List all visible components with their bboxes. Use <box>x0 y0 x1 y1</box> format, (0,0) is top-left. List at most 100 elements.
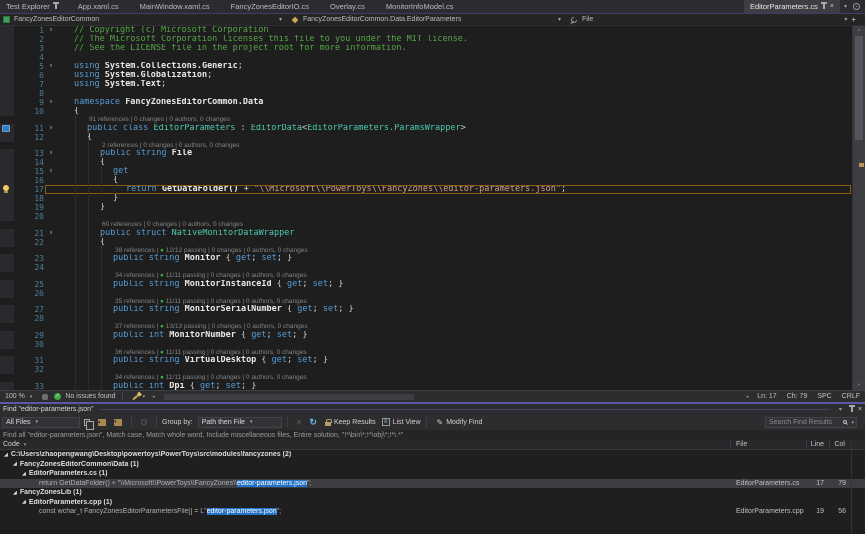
code-line[interactable]: 33public int Dpi { get; set; } <box>0 382 865 391</box>
find-row[interactable]: ◢EditorParameters.cs (1) <box>0 469 865 479</box>
column-col[interactable]: Col <box>829 440 845 449</box>
tab-monitorinfomodel-cs[interactable]: MonitorInfoModel.cs <box>380 0 460 13</box>
find-row[interactable]: ◢FancyZonesEditorCommon\Data (1) <box>0 460 865 470</box>
line-indicator[interactable]: Ln: 17 <box>752 393 781 400</box>
fold-icon[interactable]: ∨ <box>44 62 58 71</box>
code-line[interactable]: 29public int MonitorNumber { get; set; } <box>0 331 865 340</box>
code-line[interactable]: 22{ <box>0 238 865 247</box>
codelens-row[interactable]: 36 references | ● 11/11 passing | 0 chan… <box>0 349 865 357</box>
code-line[interactable]: 2// The Microsoft Corporation licenses t… <box>0 35 865 44</box>
group-by-dropdown[interactable]: Path then File ▾ <box>198 417 282 428</box>
tab-mainwindow-xaml-cs[interactable]: MainWindow.xaml.cs <box>134 0 216 13</box>
breadcrumb-member[interactable]: File ▾ + <box>566 14 865 25</box>
tree-expand-icon[interactable]: ◢ <box>13 490 17 496</box>
chevron-down-icon[interactable]: ▾ <box>851 420 854 426</box>
code-line[interactable]: 17return GetDataFolder() + "\\Microsoft\… <box>0 185 865 194</box>
fold-icon[interactable]: ∨ <box>44 229 58 238</box>
tree-expand-icon[interactable]: ◢ <box>22 471 26 477</box>
settings-icon[interactable] <box>141 419 147 425</box>
codelens-row[interactable]: 35 references | ● 11/11 passing | 0 chan… <box>0 298 865 306</box>
hscroll-left-icon[interactable]: ◂ <box>149 394 158 400</box>
code-line[interactable]: 28 <box>0 314 865 323</box>
close-icon[interactable]: × <box>830 3 834 10</box>
issues-status[interactable]: No issues found <box>65 393 115 400</box>
code-line[interactable]: 11∨public class EditorParameters : Edito… <box>0 124 865 133</box>
line-ending-indicator[interactable]: CRLF <box>837 393 865 400</box>
column-divider[interactable] <box>730 441 731 448</box>
code-line[interactable]: 7using System.Text; <box>0 80 865 89</box>
chevron-down-icon[interactable]: ▾ <box>844 3 847 10</box>
code-line[interactable]: 30 <box>0 340 865 349</box>
fold-icon[interactable]: ∨ <box>44 26 58 35</box>
pin-icon[interactable] <box>823 4 825 9</box>
chevron-down-icon[interactable]: ▾ <box>30 394 37 400</box>
copy-icon[interactable] <box>84 419 90 426</box>
chevron-down-icon[interactable]: ▾ <box>558 16 563 23</box>
search-icon[interactable] <box>843 420 847 424</box>
fold-icon[interactable]: ∨ <box>44 98 58 107</box>
codelens-row[interactable]: 34 references | ● 11/11 passing | 0 chan… <box>0 374 865 382</box>
breadcrumb-type[interactable]: FancyZonesEditorCommon.Data.EditorParame… <box>287 14 566 25</box>
scroll-down-icon[interactable]: ▾ <box>853 381 865 390</box>
tab-app-xaml-cs[interactable]: App.xaml.cs <box>72 0 125 13</box>
zoom-level[interactable]: 100 % <box>0 393 30 400</box>
preview-icon[interactable] <box>42 394 48 400</box>
pin-icon[interactable] <box>55 4 57 9</box>
stop-search-icon[interactable]: × <box>297 418 302 427</box>
code-line[interactable]: 3// See the LICENSE file in the project … <box>0 44 865 53</box>
code-line[interactable]: 10{ <box>0 107 865 116</box>
refresh-icon[interactable]: ↻ <box>309 417 317 428</box>
tree-expand-icon[interactable]: ◢ <box>13 461 17 467</box>
code-line[interactable]: 27public string MonitorSerialNumber { ge… <box>0 305 865 314</box>
find-row[interactable]: return GetDataFolder() + "\\Microsoft\\P… <box>0 479 865 489</box>
column-indicator[interactable]: Ch: 79 <box>782 393 813 400</box>
code-line[interactable]: 23public string Monitor { get; set; } <box>0 254 865 263</box>
hscrollbar-thumb[interactable] <box>164 394 414 400</box>
add-icon[interactable]: + <box>851 15 856 24</box>
code-line[interactable]: 20 <box>0 212 865 221</box>
results-column-header[interactable]: Code ▾ File Line Col <box>0 440 865 450</box>
code-line[interactable]: 9∨namespace FancyZonesEditorCommon.Data <box>0 98 865 107</box>
column-line[interactable]: Line <box>806 440 824 449</box>
codelens-row[interactable]: 60 references | 0 changes | 0 authors, 0… <box>0 221 865 229</box>
codelens-row[interactable]: 37 references | ● 13/13 passing | 0 chan… <box>0 323 865 331</box>
pin-icon[interactable] <box>851 407 853 412</box>
code-line[interactable]: 5∨using System.Collections.Generic; <box>0 62 865 71</box>
code-line[interactable]: 16{ <box>0 176 865 185</box>
hscroll-right-icon[interactable]: ▸ <box>744 394 753 400</box>
code-line[interactable]: 8 <box>0 89 865 98</box>
list-view-icon[interactable]: ≡ <box>382 418 390 426</box>
horizontal-scrollbar[interactable] <box>160 393 742 401</box>
column-code[interactable]: Code <box>3 441 20 448</box>
code-line[interactable]: 15∨get <box>0 167 865 176</box>
code-line[interactable]: 26 <box>0 289 865 298</box>
search-find-results[interactable]: ▾ <box>765 417 857 428</box>
column-file[interactable]: File <box>736 440 806 449</box>
collapse-all-icon[interactable]: ▾ <box>114 419 122 426</box>
scope-dropdown[interactable]: All Files ▾ <box>2 417 80 428</box>
fold-icon[interactable]: ∨ <box>44 149 58 158</box>
find-row[interactable]: ◢FancyZonesLib (1) <box>0 488 865 498</box>
code-line[interactable]: 32 <box>0 365 865 374</box>
encoding-indicator[interactable]: SPC <box>812 393 836 400</box>
code-line[interactable]: 1∨// Copyright (c) Microsoft Corporation <box>0 26 865 35</box>
tab-test-explorer[interactable]: Test Explorer <box>0 0 63 13</box>
chevron-down-icon[interactable]: ▾ <box>839 406 842 413</box>
tab-fancyzoneseditorio-cs[interactable]: FancyZonesEditorIO.cs <box>225 0 315 13</box>
tree-expand-icon[interactable]: ◢ <box>22 499 26 505</box>
find-row[interactable]: const wchar_t FancyZonesEditorParameters… <box>0 507 865 517</box>
tab-options-icon[interactable] <box>853 3 860 10</box>
code-line[interactable]: 14{ <box>0 158 865 167</box>
fold-icon[interactable]: ∨ <box>44 167 58 176</box>
find-row[interactable]: ◢C:\Users\zhaopengwang\Desktop\powertoys… <box>0 450 865 460</box>
code-line[interactable]: 12{ <box>0 133 865 142</box>
pencil-icon[interactable]: ✎ <box>437 418 444 427</box>
codelens-row[interactable]: 2 references | 0 changes | 0 authors, 0 … <box>0 142 865 150</box>
codelens-row[interactable]: 38 references | ● 12/12 passing | 0 chan… <box>0 247 865 255</box>
fold-icon[interactable]: ∨ <box>44 124 58 133</box>
code-line[interactable]: 18} <box>0 194 865 203</box>
chevron-down-icon[interactable]: ▾ <box>279 16 284 23</box>
scrollbar-thumb[interactable] <box>855 36 863 140</box>
expand-all-icon[interactable]: ▴ <box>98 419 106 426</box>
code-line[interactable]: 19} <box>0 203 865 212</box>
